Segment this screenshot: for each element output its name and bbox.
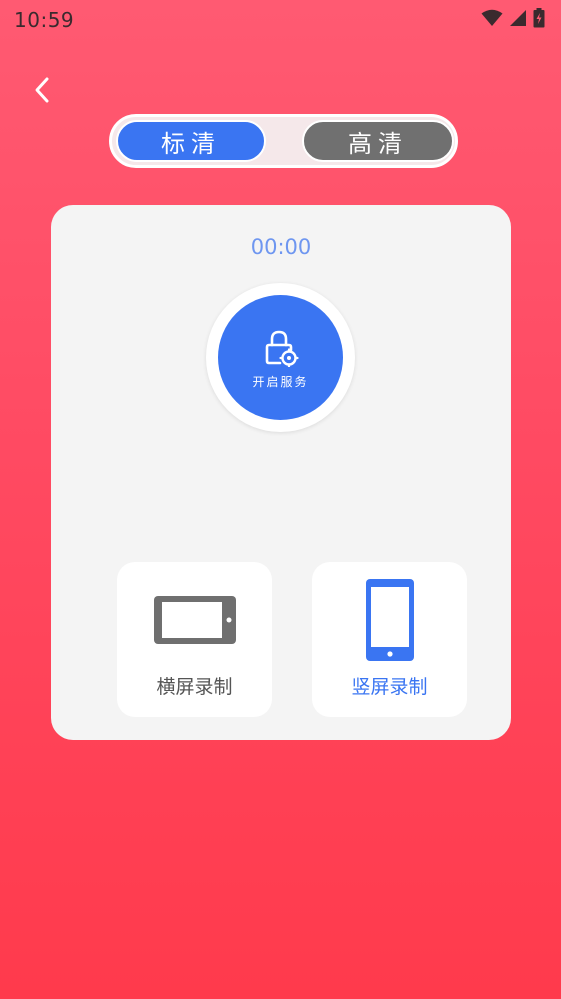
status-time: 10:59 [14, 8, 75, 32]
recording-timer: 00:00 [250, 235, 312, 259]
quality-option-hd[interactable]: 高清 [302, 120, 454, 162]
portrait-record-button[interactable]: 竖屏录制 [312, 562, 467, 717]
cellular-signal-icon [509, 9, 527, 31]
wifi-icon [481, 9, 503, 31]
lock-gear-icon [265, 330, 299, 367]
landscape-record-button[interactable]: 横屏录制 [117, 562, 272, 717]
start-service-label: 开启服务 [252, 375, 309, 389]
landscape-record-label: 横屏录制 [156, 676, 233, 698]
portrait-record-label: 竖屏录制 [351, 676, 428, 698]
battery-charging-icon [533, 8, 545, 32]
status-icons [481, 8, 545, 32]
quality-option-sd[interactable]: 标清 [116, 120, 266, 162]
recorder-panel: 00:00 开启服务 横屏录制 竖屏录制 [51, 205, 511, 740]
quality-switch: 标清 高清 [109, 114, 458, 168]
start-service-button[interactable]: 开启服务 [218, 295, 343, 420]
service-button-ring: 开启服务 [206, 283, 355, 432]
chevron-left-icon [35, 77, 49, 103]
back-button[interactable] [26, 72, 58, 108]
status-bar: 10:59 [0, 0, 561, 40]
phone-portrait-icon [366, 579, 414, 661]
tablet-landscape-icon [154, 596, 236, 644]
